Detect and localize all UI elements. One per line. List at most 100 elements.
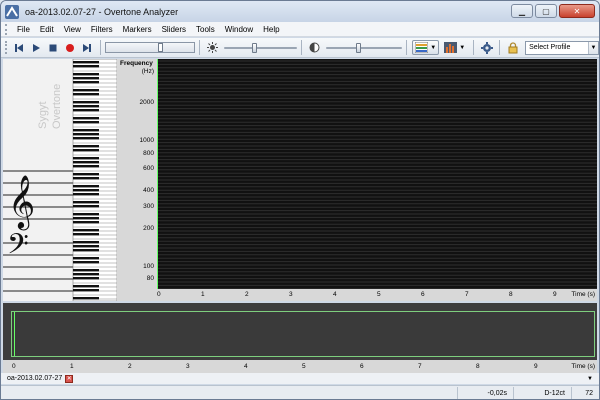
status-note: D-12ct: [513, 386, 571, 399]
spectrogram-canvas[interactable]: [157, 59, 597, 290]
svg-text:𝄞: 𝄞: [8, 174, 35, 230]
panel-vertical-label-2: Sygyt: [37, 101, 49, 129]
contrast-slider-thumb[interactable]: [356, 42, 362, 53]
contrast-slider[interactable]: [326, 42, 403, 53]
chevron-down-icon[interactable]: ▼: [588, 41, 598, 54]
toolbar-separator: [406, 40, 408, 55]
profile-select-value: Select Profile: [529, 44, 571, 51]
brightness-slider-thumb[interactable]: [251, 42, 257, 53]
status-time: -0,02s: [457, 386, 513, 399]
toolbar: ▼ ▼ Select Profile ▼: [1, 38, 599, 58]
menu-tools[interactable]: Tools: [191, 25, 220, 34]
spectrum-mode-dropdown[interactable]: ▼: [441, 40, 468, 55]
tab-scroll-down-icon[interactable]: ▼: [587, 376, 593, 382]
overview-time-axis: 0 1 2 3 4 5 6 7 8 9 Time (s): [3, 360, 597, 373]
overview-tick-label: 7: [418, 363, 422, 370]
color-palette-icon: [415, 42, 429, 53]
spectrum-icon: [444, 42, 458, 53]
position-scrollbar[interactable]: [104, 42, 195, 53]
freq-tick-label: 80: [146, 275, 154, 282]
menu-bar: File Edit View Filters Markers Sliders T…: [1, 22, 599, 37]
chevron-down-icon: ▼: [430, 44, 437, 51]
close-tab-icon[interactable]: ✕: [65, 374, 74, 383]
skip-back-icon: [15, 43, 24, 52]
time-axis-unit: Time (s): [571, 291, 595, 298]
freq-tick-label: 100: [143, 263, 154, 270]
minimize-icon: ▁: [518, 6, 526, 16]
freq-tick-label: 400: [143, 187, 154, 194]
window-title: oa-2013.02.07-27 - Overtone Analyzer: [25, 6, 179, 17]
document-tab-label: oa-2013.02.07-27: [7, 375, 63, 382]
time-tick-label: 4: [333, 291, 337, 298]
stop-icon: [49, 44, 57, 51]
time-axis: 0 1 2 3 4 5 6 7 8 9 Time (s): [117, 289, 597, 301]
gear-icon: [480, 41, 493, 54]
document-tab[interactable]: oa-2013.02.07-27 ✕: [7, 374, 74, 383]
position-scrollbar-thumb[interactable]: [157, 43, 163, 52]
stop-button[interactable]: [46, 40, 61, 55]
overview-axis-unit: Time (s): [571, 363, 595, 370]
lock-icon: [508, 41, 518, 53]
freq-tick-label: 200: [143, 225, 154, 232]
status-bar: -0,02s D-12ct 72: [1, 385, 599, 399]
freq-tick-label: 1000: [139, 137, 154, 144]
time-tick-label: 1: [201, 291, 205, 298]
menu-view[interactable]: View: [59, 25, 86, 34]
overview-tick-label: 1: [70, 363, 74, 370]
brightness-icon: [205, 40, 220, 55]
brightness-slider[interactable]: [223, 42, 298, 53]
profile-select[interactable]: Select Profile ▼: [525, 40, 599, 55]
freq-tick-label: 2000: [139, 99, 154, 106]
app-logo-icon: [5, 4, 19, 19]
color-scheme-dropdown[interactable]: ▼: [412, 40, 440, 55]
overview-panel: 0 1 2 3 4 5 6 7 8 9 Time (s): [3, 303, 597, 373]
record-button[interactable]: [63, 40, 78, 55]
frequency-axis-title: Frequency: [120, 60, 153, 67]
menu-edit[interactable]: Edit: [35, 25, 59, 34]
app-window: oa-2013.02.07-27 - Overtone Analyzer ▁ ▢…: [0, 0, 600, 400]
skip-back-button[interactable]: [12, 40, 27, 55]
svg-text:𝄢: 𝄢: [7, 228, 29, 268]
time-tick-label: 7: [465, 291, 469, 298]
time-tick-label: 9: [553, 291, 557, 298]
maximize-button[interactable]: ▢: [535, 4, 557, 18]
menu-grip-handle[interactable]: [5, 23, 9, 35]
minimize-button[interactable]: ▁: [511, 4, 533, 18]
menu-file[interactable]: File: [12, 25, 35, 34]
skip-forward-icon: [83, 43, 92, 52]
overview-tick-label: 3: [186, 363, 190, 370]
panel-vertical-label-1: Overtone: [51, 83, 63, 129]
piano-keyboard-panel[interactable]: 𝄞 𝄢 Overtone Sygyt: [3, 59, 117, 301]
time-tick-label: 5: [377, 291, 381, 298]
overview-tick-label: 6: [360, 363, 364, 370]
chevron-down-icon: ▼: [459, 44, 466, 51]
contrast-slider-track: [326, 46, 403, 49]
frequency-axis-unit: (Hz): [141, 68, 154, 75]
menu-filters[interactable]: Filters: [86, 25, 118, 34]
overview-tick-label: 0: [12, 363, 16, 370]
settings-button[interactable]: [479, 40, 494, 55]
time-tick-label: 0: [157, 291, 161, 298]
toolbar-separator: [198, 40, 200, 55]
overview-tick-label: 8: [476, 363, 480, 370]
menu-sliders[interactable]: Sliders: [157, 25, 191, 34]
toolbar-separator: [499, 40, 501, 55]
menu-window[interactable]: Window: [220, 25, 258, 34]
overview-tick-label: 5: [302, 363, 306, 370]
frequency-axis: Frequency (Hz) 2000 1000 800 600 400 300…: [117, 59, 157, 301]
overview-tick-label: 4: [244, 363, 248, 370]
menu-help[interactable]: Help: [258, 25, 284, 34]
close-icon: ✕: [573, 6, 581, 16]
lock-button[interactable]: [505, 40, 520, 55]
freq-tick-label: 300: [143, 203, 154, 210]
overview-track[interactable]: [11, 311, 595, 357]
close-button[interactable]: ✕: [559, 4, 595, 18]
play-button[interactable]: [29, 40, 44, 55]
skip-forward-button[interactable]: [80, 40, 95, 55]
menu-markers[interactable]: Markers: [118, 25, 157, 34]
record-icon: [66, 43, 75, 52]
toolbar-separator: [473, 40, 475, 55]
toolbar-grip-handle[interactable]: [5, 41, 8, 54]
freq-tick-label: 600: [143, 165, 154, 172]
toolbar-separator: [99, 40, 101, 55]
